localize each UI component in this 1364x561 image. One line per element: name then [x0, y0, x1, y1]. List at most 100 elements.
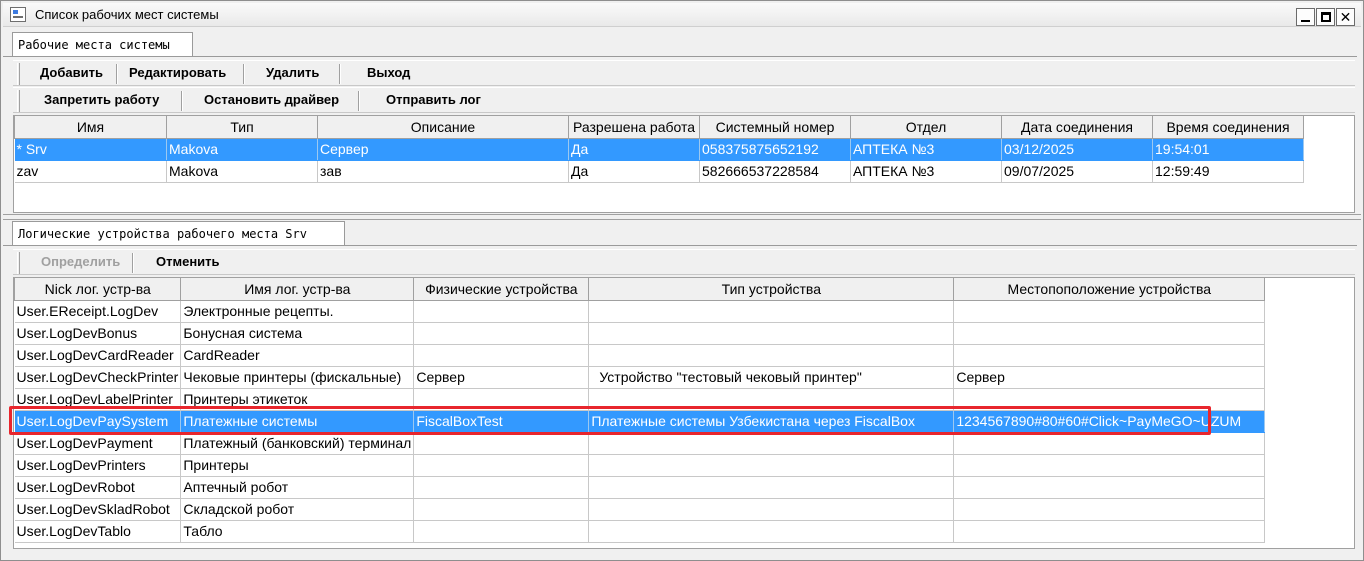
table-row[interactable]: User.LogDevPaySystem Платежные системы F… — [14, 410, 1266, 433]
table-cell[interactable] — [413, 520, 590, 543]
column-header[interactable]: Дата соединения — [1001, 116, 1153, 139]
table-cell[interactable] — [413, 322, 590, 345]
table-cell[interactable]: Makova — [166, 160, 318, 183]
table-row[interactable]: User.LogDevPrinters Принтеры — [14, 454, 1266, 477]
table-cell[interactable]: CardReader — [180, 344, 415, 367]
column-header[interactable]: Тип — [166, 116, 318, 139]
table-cell[interactable]: * Srv — [14, 138, 167, 161]
table-cell[interactable] — [953, 388, 1266, 411]
table-cell[interactable]: User.LogDevCheckPrinter — [14, 366, 182, 389]
table-cell[interactable]: 03/12/2025 — [1001, 138, 1153, 161]
table-cell[interactable] — [953, 476, 1266, 499]
table-cell[interactable] — [953, 300, 1266, 323]
workstations-grid[interactable]: Имя Тип Описание Разрешена работа Систем… — [13, 115, 1355, 213]
table-cell[interactable]: 09/07/2025 — [1001, 160, 1153, 183]
table-row[interactable]: User.LogDevSkladRobot Складской робот — [14, 498, 1266, 521]
column-header[interactable]: Nick лог. устр-ва — [14, 278, 182, 301]
table-cell[interactable]: Makova — [166, 138, 318, 161]
table-cell[interactable]: User.LogDevCardReader — [14, 344, 182, 367]
table-cell[interactable]: 19:54:01 — [1152, 138, 1304, 161]
define-button[interactable]: Определить — [41, 254, 120, 269]
table-cell[interactable]: Табло — [180, 520, 415, 543]
table-cell[interactable]: Сервер — [317, 138, 569, 161]
column-header[interactable]: Тип устройства — [588, 278, 955, 301]
table-row[interactable]: User.LogDevCheckPrinter Чековые принтеры… — [14, 366, 1266, 389]
table-cell[interactable]: zav — [14, 160, 167, 183]
column-header[interactable]: Отдел — [850, 116, 1002, 139]
delete-button[interactable]: Удалить — [266, 65, 319, 80]
toolbar-grip[interactable] — [17, 252, 20, 274]
table-cell[interactable]: User.LogDevPaySystem — [14, 410, 182, 433]
table-row[interactable]: User.EReceipt.LogDev Электронные рецепты… — [14, 300, 1266, 323]
column-header[interactable]: Физические устройства — [413, 278, 590, 301]
table-cell[interactable] — [588, 388, 955, 411]
table-cell[interactable] — [588, 476, 955, 499]
column-header[interactable]: Разрешена работа — [568, 116, 700, 139]
table-cell[interactable]: Сервер — [953, 366, 1266, 389]
table-cell[interactable]: Аптечный робот — [180, 476, 415, 499]
table-cell[interactable] — [953, 432, 1266, 455]
add-button[interactable]: Добавить — [40, 65, 103, 80]
table-cell[interactable]: АПТЕКА №3 — [850, 138, 1002, 161]
devices-grid[interactable]: Nick лог. устр-ва Имя лог. устр-ва Физич… — [13, 277, 1355, 549]
table-cell[interactable]: User.LogDevTablo — [14, 520, 182, 543]
column-header[interactable]: Время соединения — [1152, 116, 1304, 139]
table-cell[interactable] — [953, 498, 1266, 521]
table-cell[interactable]: Устройство "тестовый чековый принтер" — [588, 366, 955, 389]
table-cell[interactable]: Да — [568, 160, 700, 183]
table-cell[interactable] — [588, 322, 955, 345]
table-cell[interactable]: User.LogDevPayment — [14, 432, 182, 455]
table-cell[interactable]: Да — [568, 138, 700, 161]
column-header[interactable]: Местопоположение устройства — [953, 278, 1266, 301]
table-cell[interactable]: FiscalBoxTest — [413, 410, 590, 433]
block-work-button[interactable]: Запретить работу — [44, 92, 159, 107]
table-cell[interactable] — [588, 498, 955, 521]
table-cell[interactable] — [413, 476, 590, 499]
table-cell[interactable]: Платежные системы — [180, 410, 415, 433]
table-cell[interactable]: User.LogDevLabelPrinter — [14, 388, 182, 411]
table-cell[interactable]: Складской робот — [180, 498, 415, 521]
table-cell[interactable]: User.LogDevRobot — [14, 476, 182, 499]
table-cell[interactable]: User.LogDevPrinters — [14, 454, 182, 477]
column-header[interactable]: Описание — [317, 116, 569, 139]
table-cell[interactable]: 1234567890#80#60#Click~PayMeGO~UZUM — [953, 410, 1266, 433]
table-row[interactable]: User.LogDevBonus Бонусная система — [14, 322, 1266, 345]
table-cell[interactable] — [413, 300, 590, 323]
table-cell[interactable]: зав — [317, 160, 569, 183]
table-cell[interactable] — [588, 344, 955, 367]
table-cell[interactable]: Электронные рецепты. — [180, 300, 415, 323]
toolbar-grip[interactable] — [17, 63, 20, 85]
table-row[interactable]: User.LogDevTablo Табло — [14, 520, 1266, 543]
table-cell[interactable]: User.LogDevBonus — [14, 322, 182, 345]
edit-button[interactable]: Редактировать — [129, 65, 226, 80]
table-cell[interactable]: 582666537228584 — [699, 160, 851, 183]
table-cell[interactable] — [588, 432, 955, 455]
tab-workstations[interactable]: Рабочие места системы — [12, 32, 193, 56]
table-row[interactable]: User.LogDevRobot Аптечный робот — [14, 476, 1266, 499]
table-cell[interactable]: 058375875652192 — [699, 138, 851, 161]
table-cell[interactable]: АПТЕКА №3 — [850, 160, 1002, 183]
table-row[interactable]: zav Makova зав Да 582666537228584 АПТЕКА… — [14, 160, 1304, 183]
table-cell[interactable] — [413, 498, 590, 521]
table-cell[interactable]: Платежный (банковский) терминал — [180, 432, 415, 455]
maximize-button[interactable] — [1316, 8, 1335, 26]
table-cell[interactable]: User.EReceipt.LogDev — [14, 300, 182, 323]
table-row[interactable]: User.LogDevPayment Платежный (банковский… — [14, 432, 1266, 455]
column-header[interactable]: Имя — [14, 116, 167, 139]
column-header[interactable]: Системный номер — [699, 116, 851, 139]
table-cell[interactable] — [953, 344, 1266, 367]
table-row[interactable]: User.LogDevCardReader CardReader — [14, 344, 1266, 367]
table-cell[interactable] — [588, 520, 955, 543]
column-header[interactable]: Имя лог. устр-ва — [180, 278, 415, 301]
table-cell[interactable] — [413, 344, 590, 367]
minimize-button[interactable] — [1296, 8, 1315, 26]
table-cell[interactable] — [413, 432, 590, 455]
close-button[interactable]: ✕ — [1336, 8, 1355, 26]
table-cell[interactable] — [953, 520, 1266, 543]
table-cell[interactable] — [588, 300, 955, 323]
table-cell[interactable]: Чековые принтеры (фискальные) — [180, 366, 415, 389]
table-cell[interactable] — [588, 454, 955, 477]
table-cell[interactable]: User.LogDevSkladRobot — [14, 498, 182, 521]
table-cell[interactable]: Бонусная система — [180, 322, 415, 345]
cancel-button[interactable]: Отменить — [156, 254, 220, 269]
